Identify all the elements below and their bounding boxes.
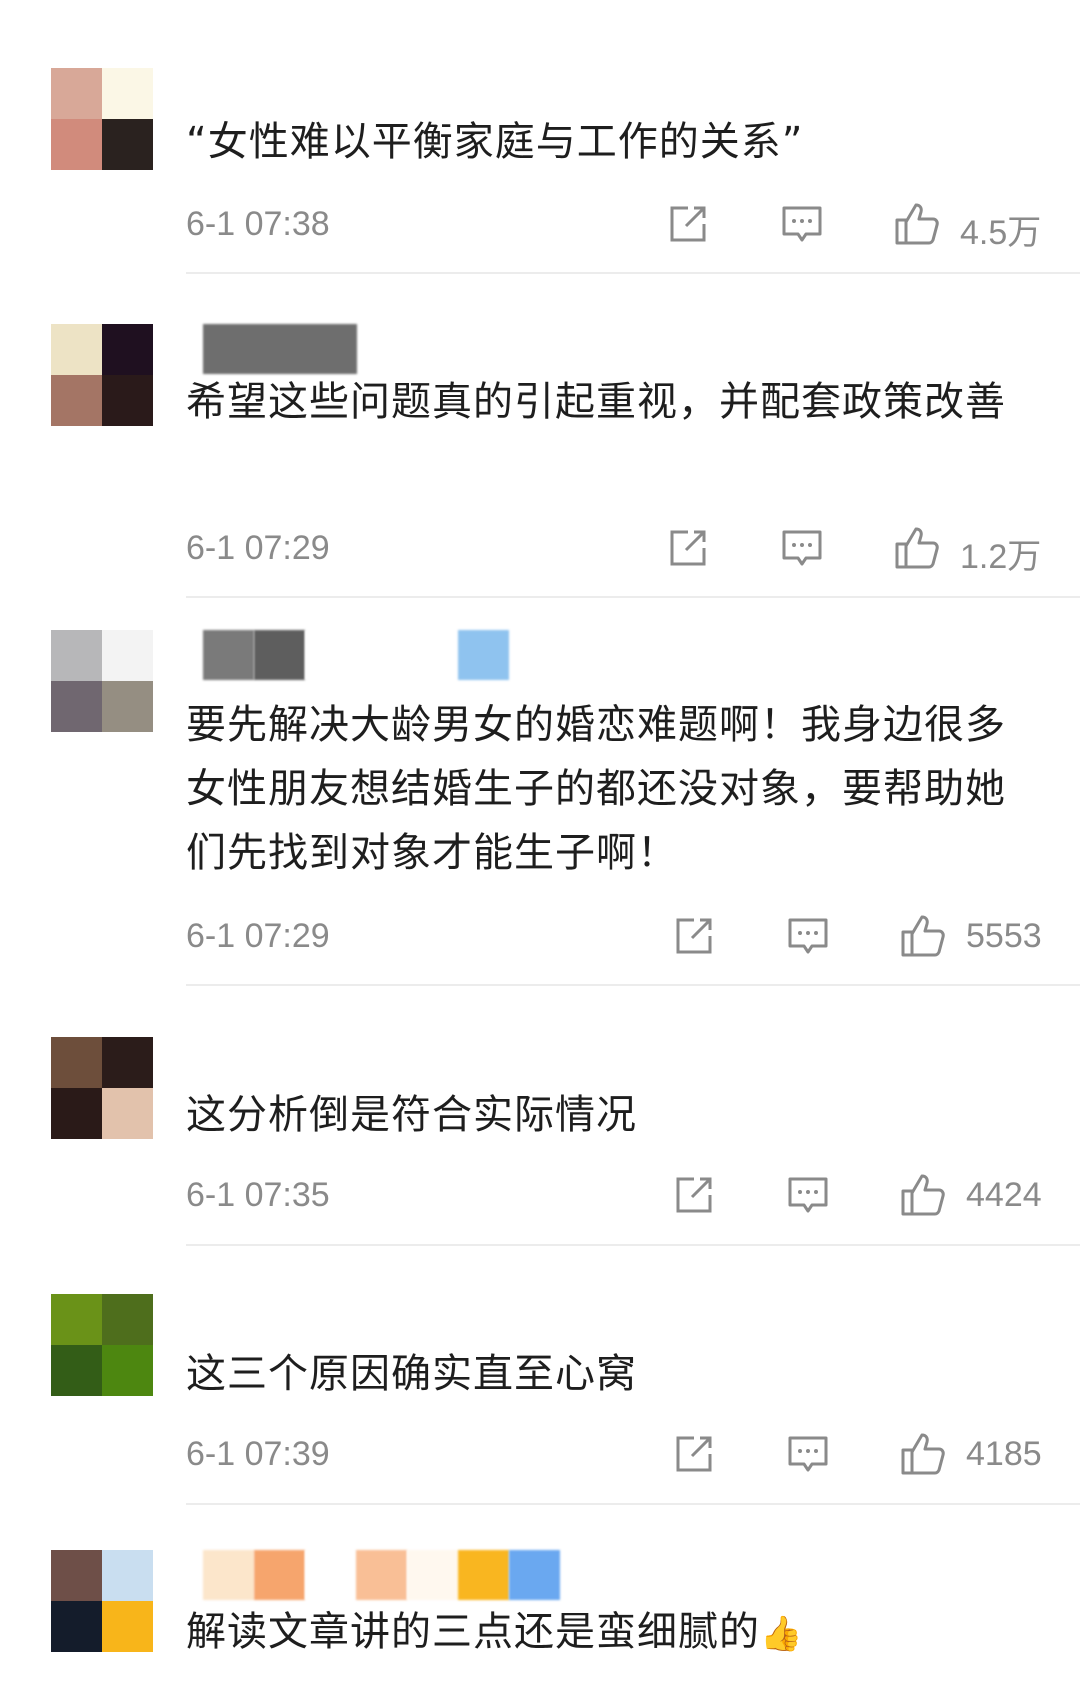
avatar[interactable] <box>51 630 153 732</box>
like-count: 4.5万 <box>960 214 1042 252</box>
redaction-block <box>458 630 509 680</box>
thumbs-up-icon[interactable] <box>892 200 940 248</box>
avatar[interactable] <box>51 68 153 170</box>
share-external-icon[interactable] <box>664 524 712 572</box>
comment-meta: 6-1 07:35 4424 <box>186 1166 1046 1226</box>
like-count: 5553 <box>966 917 1042 955</box>
redaction-block <box>305 1550 356 1600</box>
comment-text-body: 解读文章讲的三点还是蛮细腻的 <box>186 1609 760 1655</box>
like-count: 1.2万 <box>960 538 1042 576</box>
share-external-icon[interactable] <box>670 1430 718 1478</box>
username-redacted[interactable] <box>203 324 357 374</box>
comment-meta: 6-1 07:29 5553 <box>186 907 1046 967</box>
avatar-cell <box>102 1601 153 1652</box>
comment-meta: 6-1 07:29 1.2万 <box>186 519 1046 579</box>
redaction-block <box>203 630 254 680</box>
comment-bubble-icon[interactable] <box>784 1430 832 1478</box>
redaction-block <box>509 1550 560 1600</box>
avatar-cell <box>51 1550 102 1601</box>
avatar-cell <box>51 119 102 170</box>
comment-time: 6-1 07:39 <box>186 1435 330 1473</box>
avatar-cell <box>51 630 102 681</box>
comment-bubble-icon[interactable] <box>784 1171 832 1219</box>
avatar-cell <box>51 1037 102 1088</box>
avatar-cell <box>51 68 102 119</box>
thumbs-up-icon[interactable] <box>898 1430 946 1478</box>
comment-time: 6-1 07:38 <box>186 205 330 243</box>
comment-meta: 6-1 07:39 4185 <box>186 1425 1046 1485</box>
share-external-icon[interactable] <box>670 1171 718 1219</box>
redaction-block <box>254 630 305 680</box>
comment-time: 6-1 07:29 <box>186 529 330 567</box>
redaction-block <box>356 1550 407 1600</box>
redaction-block <box>407 1550 458 1600</box>
redaction-block <box>305 630 458 680</box>
comment-text: 解读文章讲的三点还是蛮细腻的👍 <box>186 1600 1046 1666</box>
redaction-block <box>203 324 357 374</box>
avatar-cell <box>102 68 153 119</box>
avatar[interactable] <box>51 1294 153 1396</box>
avatar-cell <box>51 1294 102 1345</box>
comment-bubble-icon[interactable] <box>778 200 826 248</box>
avatar-cell <box>51 1345 102 1396</box>
thumbs-up-icon[interactable] <box>898 1171 946 1219</box>
thumbs-up-icon[interactable] <box>892 524 940 572</box>
redaction-block <box>203 1550 254 1600</box>
username-redacted[interactable] <box>203 1550 560 1600</box>
avatar-cell <box>51 375 102 426</box>
like-count: 4185 <box>966 1435 1042 1473</box>
avatar-cell <box>102 1037 153 1088</box>
comment-text: 要先解决大龄男女的婚恋难题啊！我身边很多女性朋友想结婚生子的都还没对象，要帮助她… <box>186 702 1006 876</box>
thumbs-up-icon[interactable] <box>898 912 946 960</box>
comment-text: “女性难以平衡家庭与工作的关系” <box>186 119 804 165</box>
divider <box>186 596 1080 598</box>
comment-text: 这三个原因确实直至心窝 <box>186 1351 637 1397</box>
share-external-icon[interactable] <box>664 200 712 248</box>
divider <box>186 1503 1080 1505</box>
thumbs-up-emoji-icon: 👍 <box>760 1614 804 1654</box>
avatar-cell <box>102 681 153 732</box>
avatar-cell <box>102 324 153 375</box>
avatar[interactable] <box>51 324 153 426</box>
like-count: 4424 <box>966 1176 1042 1214</box>
share-external-icon[interactable] <box>670 912 718 960</box>
avatar-cell <box>102 119 153 170</box>
avatar-cell <box>102 1345 153 1396</box>
avatar-cell <box>102 1294 153 1345</box>
redaction-block <box>254 1550 305 1600</box>
redaction-block <box>458 1550 509 1600</box>
comment-text: 这分析倒是符合实际情况 <box>186 1092 637 1138</box>
divider <box>186 984 1080 986</box>
comment-text: 希望这些问题真的引起重视，并配套政策改善 <box>186 379 1006 425</box>
comment-meta: 6-1 07:38 4.5万 <box>186 195 1046 255</box>
comment-bubble-icon[interactable] <box>784 912 832 960</box>
divider <box>186 1244 1080 1246</box>
comment-bubble-icon[interactable] <box>778 524 826 572</box>
avatar[interactable] <box>51 1550 153 1652</box>
comment-time: 6-1 07:35 <box>186 1176 330 1214</box>
avatar-cell <box>51 681 102 732</box>
avatar-cell <box>51 1088 102 1139</box>
avatar-cell <box>102 375 153 426</box>
avatar-cell <box>102 630 153 681</box>
username-redacted[interactable] <box>203 630 509 680</box>
avatar-cell <box>51 1601 102 1652</box>
avatar[interactable] <box>51 1037 153 1139</box>
divider <box>186 272 1080 274</box>
avatar-cell <box>102 1088 153 1139</box>
avatar-cell <box>102 1550 153 1601</box>
comment-time: 6-1 07:29 <box>186 917 330 955</box>
avatar-cell <box>51 324 102 375</box>
